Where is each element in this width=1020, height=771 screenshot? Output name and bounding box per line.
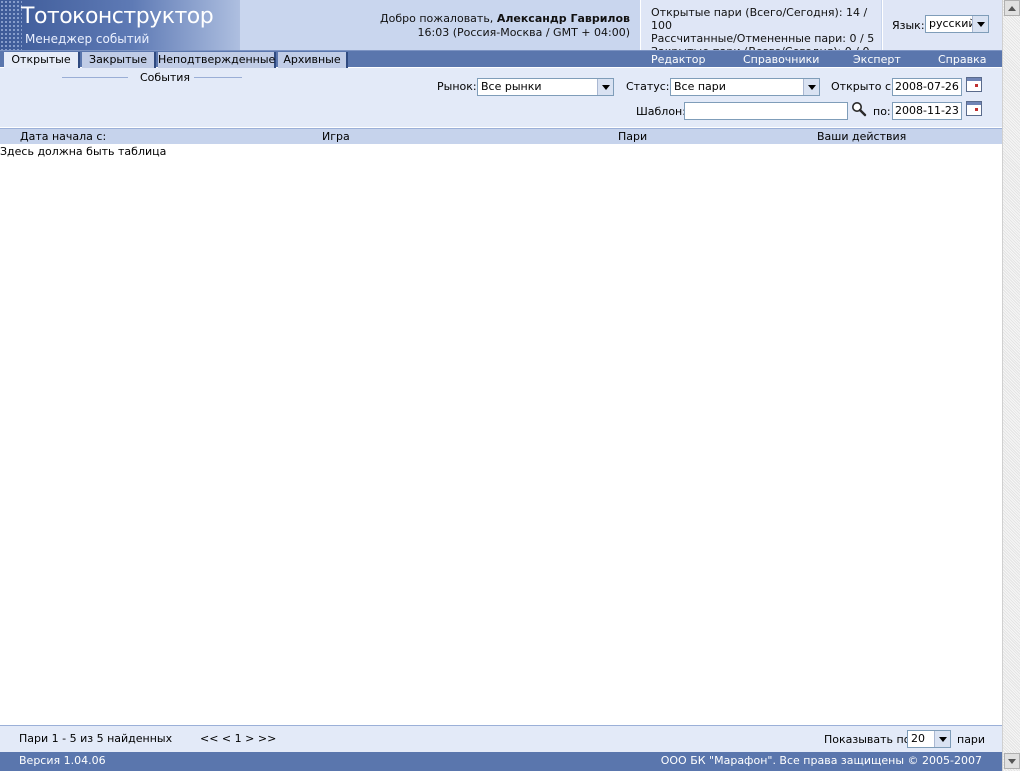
- column-bets[interactable]: Пари: [618, 130, 647, 144]
- app-footer: Версия 1.04.06 ООО БК "Марафон". Все пра…: [0, 752, 1002, 771]
- section-title: События: [140, 71, 191, 84]
- language-select[interactable]: русский: [925, 15, 989, 33]
- welcome-text: Добро пожаловать,: [380, 12, 497, 25]
- market-select[interactable]: Все рынки: [477, 78, 614, 96]
- tab-archived[interactable]: Архивные: [278, 52, 348, 68]
- scroll-down-icon[interactable]: [1004, 753, 1020, 769]
- brand-pattern: [0, 0, 22, 50]
- column-game[interactable]: Игра: [322, 130, 350, 144]
- calendar-icon[interactable]: [966, 77, 982, 92]
- table-header: Дата начала с: Игра Пари Ваши действия: [0, 128, 1002, 144]
- app-title: Тотоконструктор: [21, 4, 214, 29]
- page-size-label: Показывать по: [824, 733, 911, 746]
- template-label: Шаблон:: [636, 105, 686, 118]
- tab-unconfirmed[interactable]: Неподтвержденные: [158, 52, 276, 68]
- status-select[interactable]: Все пари: [670, 78, 820, 96]
- page-size-select[interactable]: 20: [907, 730, 951, 748]
- open-from-label: Открыто с:: [831, 80, 895, 93]
- stat-settled-label: Рассчитанные/Отмененные пари:: [651, 32, 850, 45]
- pager-bar: Пари 1 - 5 из 5 найденных << < 1 > >> По…: [0, 725, 1002, 752]
- welcome-block: Добро пожаловать, Александр Гаврилов 16:…: [380, 12, 630, 40]
- language-panel: Язык: русский: [882, 0, 1002, 50]
- stat-open: Открытые пари (Всего/Сегодня): 14 / 100: [651, 6, 881, 32]
- tab-closed[interactable]: Закрытые: [82, 52, 156, 68]
- language-label: Язык:: [892, 19, 925, 32]
- app-subtitle: Менеджер событий: [25, 32, 150, 46]
- status-value: Все пари: [674, 80, 726, 93]
- tab-bar: Открытые Закрытые Неподтвержденные Архив…: [0, 50, 1002, 68]
- stat-open-label: Открытые пари (Всего/Сегодня):: [651, 6, 847, 19]
- to-label: по:: [873, 105, 891, 118]
- welcome-line: Добро пожаловать, Александр Гаврилов: [380, 12, 630, 26]
- template-input[interactable]: [684, 102, 848, 120]
- chevron-down-icon[interactable]: [972, 16, 988, 32]
- page-size-value: 20: [911, 732, 925, 745]
- calendar-icon[interactable]: [966, 101, 982, 116]
- app-header: Тотоконструктор Менеджер событий Добро п…: [0, 0, 1002, 58]
- menu-editor[interactable]: Редактор: [651, 52, 706, 67]
- page-navigation[interactable]: << < 1 > >>: [200, 732, 276, 745]
- brand-banner: Тотоконструктор Менеджер событий: [0, 0, 240, 50]
- vertical-scrollbar[interactable]: [1002, 0, 1020, 771]
- user-name: Александр Гаврилов: [496, 12, 630, 25]
- divider-left: [62, 77, 128, 78]
- menu-references[interactable]: Справочники: [743, 52, 819, 67]
- chevron-down-icon[interactable]: [803, 79, 819, 95]
- page-size-unit: пари: [957, 733, 986, 746]
- market-label: Рынок:: [437, 80, 477, 93]
- stat-settled-value: 0 / 5: [849, 32, 875, 45]
- bets-stats: Открытые пари (Всего/Сегодня): 14 / 100 …: [640, 0, 881, 58]
- market-value: Все рынки: [481, 80, 542, 93]
- search-icon[interactable]: [851, 101, 867, 117]
- scroll-up-icon[interactable]: [1004, 0, 1020, 16]
- divider-right: [194, 77, 242, 78]
- table-placeholder: Здесь должна быть таблица: [0, 145, 167, 158]
- language-value: русский: [929, 17, 976, 30]
- open-from-input[interactable]: 2008-07-26: [892, 78, 962, 96]
- to-date-input[interactable]: 2008-11-23: [892, 102, 962, 120]
- column-actions[interactable]: Ваши действия: [817, 130, 906, 144]
- version-text: Версия 1.04.06: [19, 754, 106, 767]
- stat-settled: Рассчитанные/Отмененные пари: 0 / 5: [651, 32, 881, 45]
- menu-expert[interactable]: Эксперт: [853, 52, 901, 67]
- chevron-down-icon[interactable]: [597, 79, 613, 95]
- copyright-text: ООО БК "Марафон". Все права защищены © 2…: [660, 754, 982, 767]
- current-time: 16:03 (Россия-Москва / GMT + 04:00): [417, 26, 630, 39]
- results-summary: Пари 1 - 5 из 5 найденных: [19, 732, 173, 745]
- menu-help[interactable]: Справка: [938, 52, 986, 67]
- status-label: Статус:: [626, 80, 670, 93]
- filter-panel: События Рынок: Все рынки Статус: Все пар…: [0, 68, 1002, 127]
- column-start-date[interactable]: Дата начала с:: [20, 130, 106, 144]
- chevron-down-icon[interactable]: [934, 731, 950, 747]
- tab-open[interactable]: Открытые: [4, 52, 80, 68]
